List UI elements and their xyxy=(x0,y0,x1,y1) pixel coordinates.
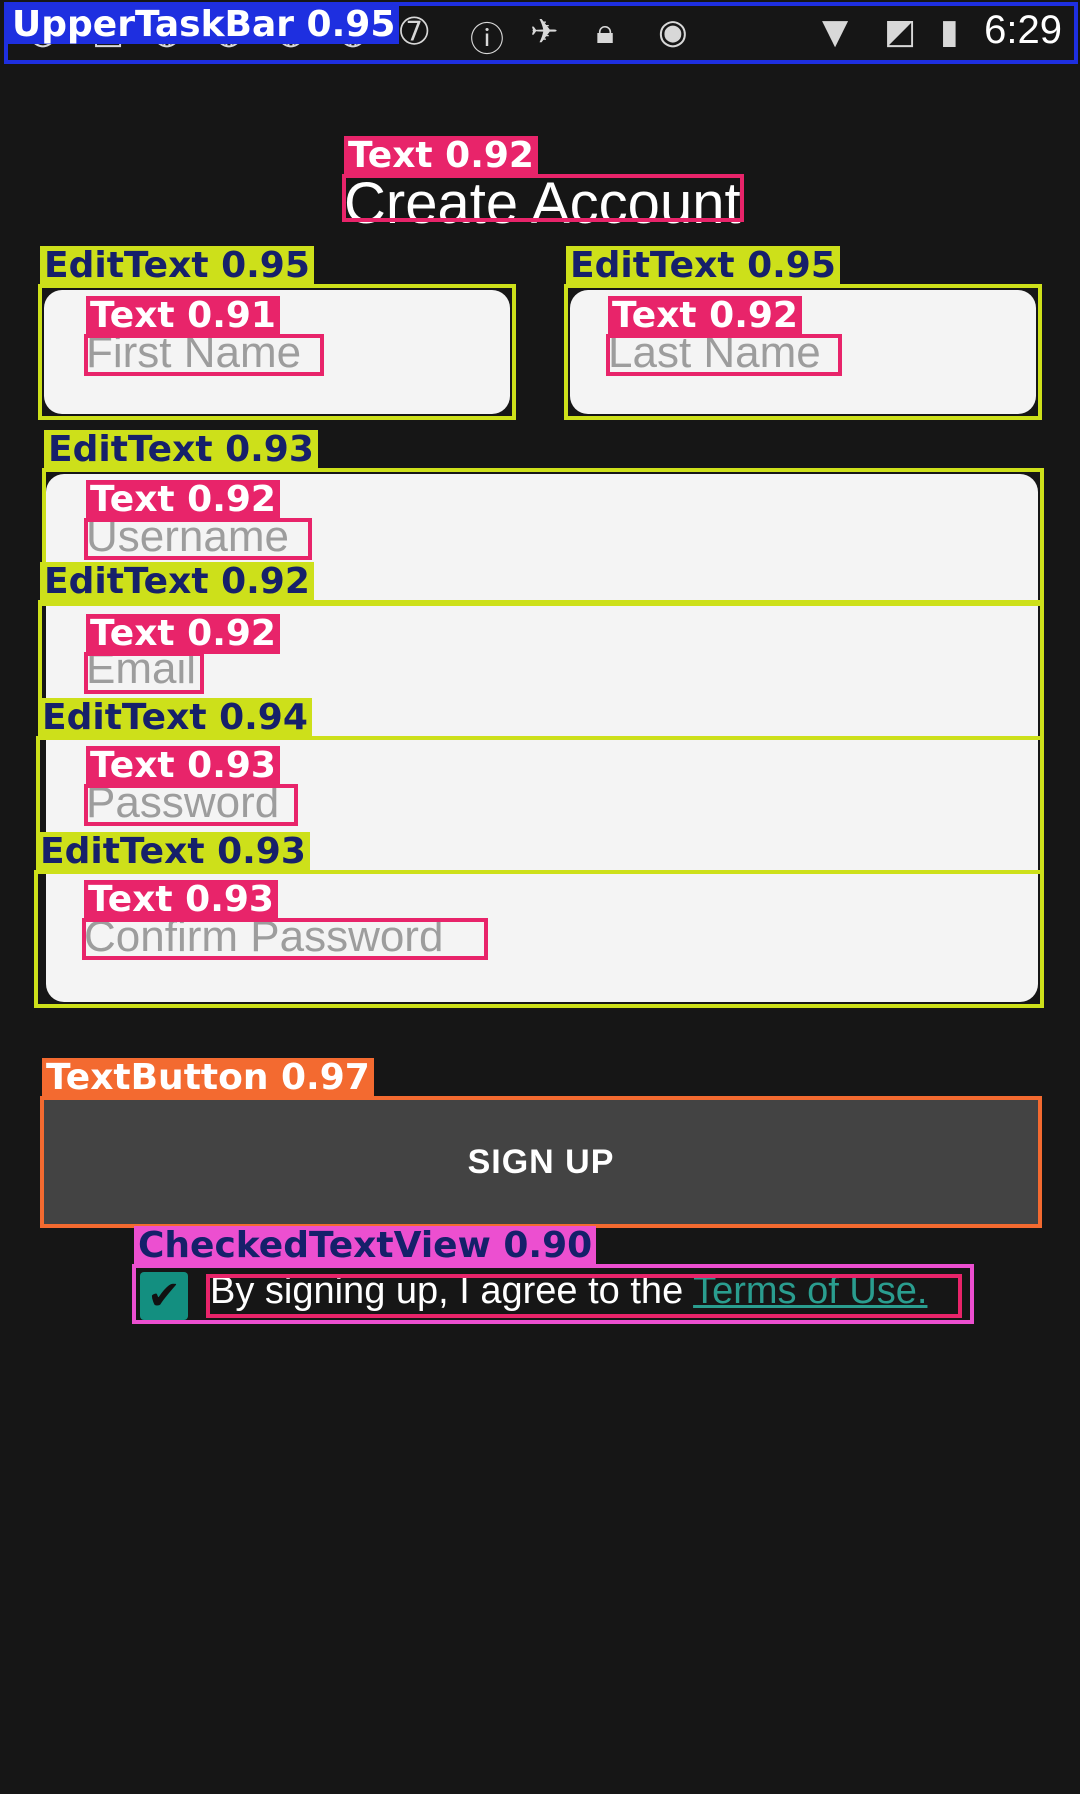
detection-username-text: Text 0.92 xyxy=(84,480,312,560)
detection-signup-button: TextButton 0.97 xyxy=(40,1058,1042,1228)
detection-label: CheckedTextView 0.90 xyxy=(134,1226,597,1266)
detection-label: EditText 0.92 xyxy=(40,562,314,602)
detection-confirm-password-text: Text 0.93 xyxy=(82,880,488,960)
detection-label: EditText 0.95 xyxy=(40,246,314,286)
detection-label: UpperTaskBar 0.95 xyxy=(8,6,400,44)
detection-last-name-text: Text 0.92 xyxy=(606,296,842,376)
detection-label: Text 0.91 xyxy=(86,296,280,336)
detection-label: Text 0.92 xyxy=(86,480,280,520)
detection-email-text: Text 0.92 xyxy=(84,614,280,694)
detection-label: Text 0.93 xyxy=(86,746,280,786)
detection-password-text: Text 0.93 xyxy=(84,746,298,826)
detection-label: Text 0.92 xyxy=(86,614,280,654)
detection-label: EditText 0.93 xyxy=(44,430,318,470)
detection-label: Text 0.92 xyxy=(344,136,538,176)
detection-title-text: Text 0.92 xyxy=(342,136,744,222)
detection-label: EditText 0.94 xyxy=(38,698,312,738)
detection-label: EditText 0.93 xyxy=(36,832,310,872)
detection-label: Text 0.93 xyxy=(84,880,278,920)
detection-label: EditText 0.95 xyxy=(566,246,840,286)
detection-upper-taskbar: UpperTaskBar 0.95 xyxy=(4,2,1078,64)
detection-terms-text xyxy=(206,1274,962,1318)
detection-label: Text 0.92 xyxy=(608,296,802,336)
detection-label: TextButton 0.97 xyxy=(42,1058,374,1098)
detection-first-name-text: Text 0.91 xyxy=(84,296,324,376)
